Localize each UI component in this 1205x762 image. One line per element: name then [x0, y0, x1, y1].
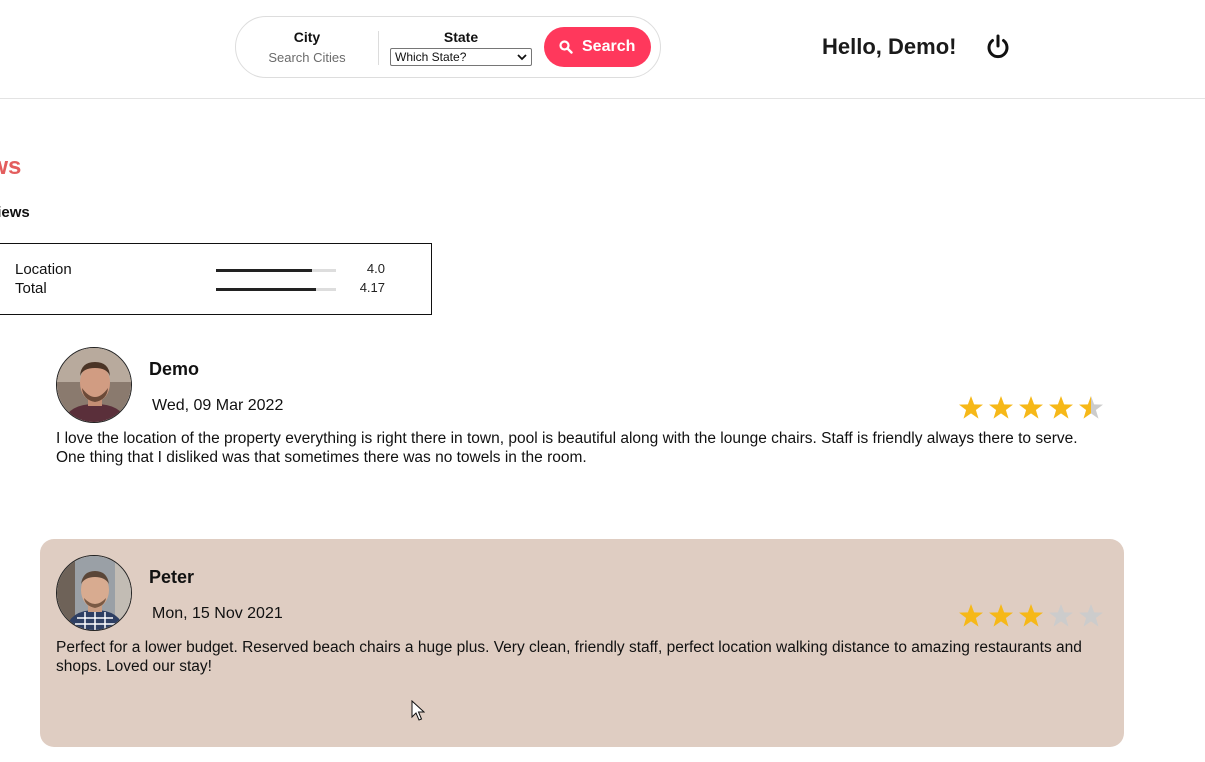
score-row-total: Total 4.17 [15, 280, 435, 298]
score-value: 4.17 [359, 280, 385, 295]
chevron-down-icon [517, 54, 527, 61]
star-icon [959, 604, 983, 627]
score-value: 4.0 [366, 261, 385, 276]
score-bar-track [216, 269, 336, 272]
state-field: State Which State? [388, 17, 534, 79]
reviewer-name: Demo [149, 359, 200, 379]
star-icon [1079, 604, 1103, 627]
avatar [56, 555, 132, 631]
star-icon [1079, 396, 1103, 419]
score-summary: Location 4.0 Total 4.17 [0, 243, 432, 315]
star-rating [958, 395, 1108, 425]
avatar-image [57, 556, 131, 630]
top-header: City Search Cities State Which State? Se… [0, 0, 1205, 99]
search-button[interactable]: Search [544, 27, 651, 67]
user-greeting: Hello, Demo! [822, 34, 957, 59]
star-icon [1049, 604, 1073, 627]
search-bar: City Search Cities State Which State? Se… [235, 16, 661, 78]
city-input[interactable]: Search Cities [236, 50, 378, 65]
score-row-location: Location 4.0 [15, 261, 435, 279]
state-label: State [443, 29, 479, 45]
total-reviews-label: al reviews [0, 204, 30, 221]
state-select-value: Which State? [395, 50, 467, 64]
field-divider [378, 31, 379, 65]
reviewer-name: Peter [149, 567, 195, 587]
review-card: Demo Wed, 09 Mar 2022 I love the locatio… [0, 330, 1124, 510]
review-text: I love the location of the property ever… [56, 430, 1078, 466]
score-label: Total [15, 280, 47, 297]
power-icon[interactable] [984, 33, 1012, 61]
star-rating [958, 603, 1108, 633]
mouse-cursor-icon [411, 700, 425, 721]
star-icon [989, 604, 1013, 627]
search-button-label: Search [582, 38, 636, 55]
review-date: Mon, 15 Nov 2021 [152, 605, 283, 622]
review-date: Wed, 09 Mar 2022 [152, 397, 284, 414]
score-bar-track [216, 288, 336, 291]
review-text: Perfect for a lower budget. Reserved bea… [56, 639, 1082, 675]
star-icon [989, 396, 1013, 419]
star-icon [959, 396, 983, 419]
city-label: City [293, 29, 321, 45]
search-icon [559, 40, 573, 54]
avatar-image [57, 348, 131, 422]
review-card: Peter Mon, 15 Nov 2021 Perfect for a low… [40, 539, 1124, 747]
reviews-title: views [0, 153, 22, 180]
avatar [56, 347, 132, 423]
star-icon [1019, 396, 1043, 419]
star-icon [1019, 604, 1043, 627]
state-select[interactable]: Which State? [390, 48, 532, 66]
score-bar-fill [216, 288, 317, 291]
score-label: Location [15, 261, 72, 278]
city-field[interactable]: City Search Cities [236, 17, 378, 79]
score-bar-fill [216, 269, 312, 272]
star-icon [1049, 396, 1073, 419]
